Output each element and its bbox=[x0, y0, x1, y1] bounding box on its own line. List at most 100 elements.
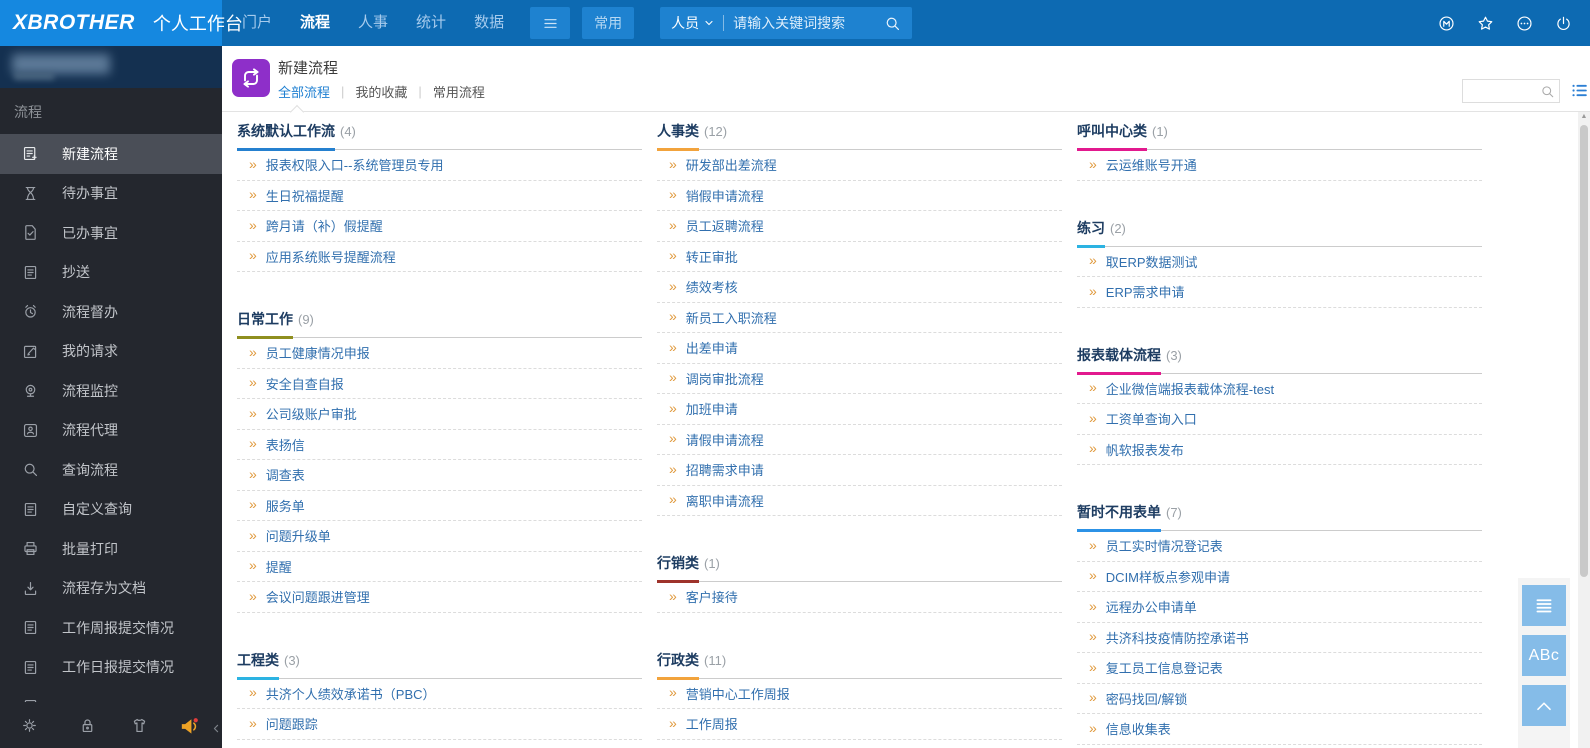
flow-item[interactable]: » ERP需求申请 bbox=[1077, 277, 1482, 308]
flow-item[interactable]: » 工资单查询入口 bbox=[1077, 404, 1482, 435]
logo-area: XBROTHER 个人工作台 bbox=[0, 0, 243, 46]
m-badge-icon[interactable] bbox=[1435, 12, 1457, 34]
flow-item[interactable]: » 员工返聘流程 bbox=[657, 211, 1062, 242]
flow-item[interactable]: » 员工健康情况申报 bbox=[237, 338, 642, 369]
flow-item[interactable]: » 生日祝福提醒 bbox=[237, 181, 642, 211]
search-icon[interactable] bbox=[1540, 84, 1555, 99]
flow-item[interactable]: » 工作周报 bbox=[657, 709, 1062, 740]
flow-item-label: 员工健康情况申报 bbox=[265, 346, 370, 362]
flow-item[interactable]: » 转正审批 bbox=[657, 242, 1062, 272]
category-count: (2) bbox=[1110, 220, 1126, 236]
flow-item[interactable]: » 安全自查自报 bbox=[237, 369, 642, 399]
nav-item-5[interactable]: 数据 bbox=[460, 0, 518, 46]
flow-item[interactable]: » 会议问题跟进管理 bbox=[237, 582, 642, 613]
rail-font-button[interactable]: ABc bbox=[1522, 635, 1566, 676]
flow-item[interactable]: » 调岗审批流程 bbox=[657, 364, 1062, 394]
speaker-icon[interactable] bbox=[178, 714, 201, 737]
more-icon[interactable] bbox=[1513, 12, 1535, 34]
sidebar-item-11[interactable]: 批量打印 bbox=[0, 529, 222, 569]
flow-item[interactable]: » DCIM样板点参观申请 bbox=[1077, 562, 1482, 592]
common-button[interactable]: 常用 bbox=[582, 7, 635, 39]
flow-item[interactable]: » 企业微信端报表载体流程-test bbox=[1077, 374, 1482, 404]
flow-item[interactable]: » 出差申请 bbox=[657, 333, 1062, 364]
flow-item[interactable]: » 帆软报表发布 bbox=[1077, 435, 1482, 465]
tab-2[interactable]: 我的收藏 bbox=[355, 82, 407, 101]
flow-item[interactable]: » 招聘需求申请 bbox=[657, 455, 1062, 486]
apps-menu-button[interactable] bbox=[530, 7, 571, 39]
nav-item-4[interactable]: 统计 bbox=[402, 0, 460, 46]
flow-item[interactable]: » 公司级账户审批 bbox=[237, 399, 642, 430]
sidebar-item-6[interactable]: 我的请求 bbox=[0, 332, 222, 372]
flow-item[interactable]: » 客户接待 bbox=[657, 582, 1062, 613]
sidebar-item-13[interactable]: 工作周报提交情况 bbox=[0, 608, 222, 648]
sidebar-item-8[interactable]: 流程代理 bbox=[0, 411, 222, 451]
flow-item[interactable]: » 新员工入职流程 bbox=[657, 303, 1062, 333]
flow-item[interactable]: » 远程办公申请单 bbox=[1077, 592, 1482, 623]
flow-item[interactable]: » 信息收集表 bbox=[1077, 714, 1482, 745]
flow-item[interactable]: » 研发部出差流程 bbox=[657, 150, 1062, 181]
sidebar-item-12[interactable]: 流程存为文档 bbox=[0, 569, 222, 609]
flow-item[interactable]: »工作日报 bbox=[657, 740, 1062, 748]
flow-item[interactable]: » 云运维账号开通 bbox=[1077, 150, 1482, 181]
flow-item[interactable]: » 密码找回/解锁 bbox=[1077, 684, 1482, 714]
lock-icon[interactable] bbox=[76, 714, 99, 737]
collapse-icon[interactable] bbox=[208, 717, 224, 740]
flow-item[interactable]: » 应用系统账号提醒流程 bbox=[237, 242, 642, 272]
double-chevron-icon: » bbox=[249, 155, 257, 172]
nav-item-2[interactable]: 流程 bbox=[286, 0, 344, 46]
user-area[interactable] bbox=[0, 46, 222, 88]
tab-1[interactable]: 全部流程 bbox=[278, 82, 330, 101]
flow-item[interactable]: » 请假申请流程 bbox=[657, 425, 1062, 455]
flow-item[interactable]: » 服务单 bbox=[237, 491, 642, 521]
flow-item[interactable]: » 共济个人绩效承诺书（PBC） bbox=[237, 679, 642, 709]
scrollbar-thumb[interactable] bbox=[1580, 125, 1588, 577]
flow-item[interactable]: » 共济科技疫情防控承诺书 bbox=[1077, 623, 1482, 653]
sidebar-item-label: 工作日报提交情况 bbox=[62, 659, 174, 676]
tab-3[interactable]: 常用流程 bbox=[433, 82, 485, 101]
sidebar-item-10[interactable]: 自定义查询 bbox=[0, 490, 222, 530]
flow-item[interactable]: » 调查表 bbox=[237, 460, 642, 491]
power-icon[interactable] bbox=[1552, 12, 1574, 34]
search-icon[interactable] bbox=[884, 15, 901, 32]
flow-item[interactable]: » 表扬信 bbox=[237, 430, 642, 460]
sidebar-item-1[interactable]: 新建流程 bbox=[0, 134, 222, 174]
flow-item[interactable]: » 离职申请流程 bbox=[657, 486, 1062, 516]
new-flow-icon bbox=[22, 145, 39, 162]
sidebar-item-5[interactable]: 流程督办 bbox=[0, 292, 222, 332]
flow-item[interactable]: » 绩效考核 bbox=[657, 272, 1062, 303]
back-to-top-button[interactable] bbox=[1522, 685, 1566, 726]
sidebar-item-4[interactable]: 抄送 bbox=[0, 253, 222, 293]
flow-item[interactable]: » 报表权限入口--系统管理员专用 bbox=[237, 150, 642, 181]
flow-item[interactable]: » 问题跟踪 bbox=[237, 709, 642, 740]
list-view-icon[interactable] bbox=[1568, 79, 1590, 101]
nav-item-1[interactable]: 门户 bbox=[228, 0, 286, 46]
shirt-icon[interactable] bbox=[128, 714, 151, 737]
flow-item[interactable]: »问题跟踪-跟踪说明 bbox=[237, 740, 642, 748]
flow-item[interactable]: » 问题升级单 bbox=[237, 521, 642, 552]
star-icon[interactable] bbox=[1474, 12, 1496, 34]
sidebar-item-7[interactable]: 流程监控 bbox=[0, 371, 222, 411]
gear-icon[interactable] bbox=[18, 714, 41, 737]
sidebar-item-14[interactable]: 工作日报提交情况 bbox=[0, 648, 222, 688]
flow-item[interactable]: » 跨月请（补）假提醒 bbox=[237, 211, 642, 242]
flow-item[interactable]: » 复工员工信息登记表 bbox=[1077, 653, 1482, 684]
flow-item-label: 应用系统账号提醒流程 bbox=[265, 249, 396, 265]
flow-filter-input[interactable] bbox=[1463, 84, 1540, 98]
search-scope-dropdown[interactable]: 人员 bbox=[671, 13, 714, 33]
scrollbar[interactable]: ▲ bbox=[1578, 112, 1590, 748]
flow-item[interactable]: » 加班申请 bbox=[657, 394, 1062, 425]
scrollbar-up-arrow[interactable]: ▲ bbox=[1578, 113, 1590, 120]
keyword-search-input[interactable] bbox=[733, 15, 876, 31]
category-title: 练习 bbox=[1077, 218, 1105, 248]
sidebar-item-3[interactable]: 已办事宜 bbox=[0, 213, 222, 253]
flow-item[interactable]: » 员工实时情况登记表 bbox=[1077, 531, 1482, 562]
sidebar-item-9[interactable]: 查询流程 bbox=[0, 450, 222, 490]
flow-item[interactable]: » 销假申请流程 bbox=[657, 181, 1062, 211]
flow-item[interactable]: » 营销中心工作周报 bbox=[657, 679, 1062, 709]
flow-item[interactable]: » 提醒 bbox=[237, 552, 642, 582]
nav-item-3[interactable]: 人事 bbox=[344, 0, 402, 46]
rail-menu-button[interactable] bbox=[1522, 585, 1566, 626]
sidebar-item-2[interactable]: 待办事宜 bbox=[0, 174, 222, 214]
flow-item-label: 工作周报 bbox=[685, 717, 738, 733]
flow-item[interactable]: » 取ERP数据测试 bbox=[1077, 247, 1482, 277]
